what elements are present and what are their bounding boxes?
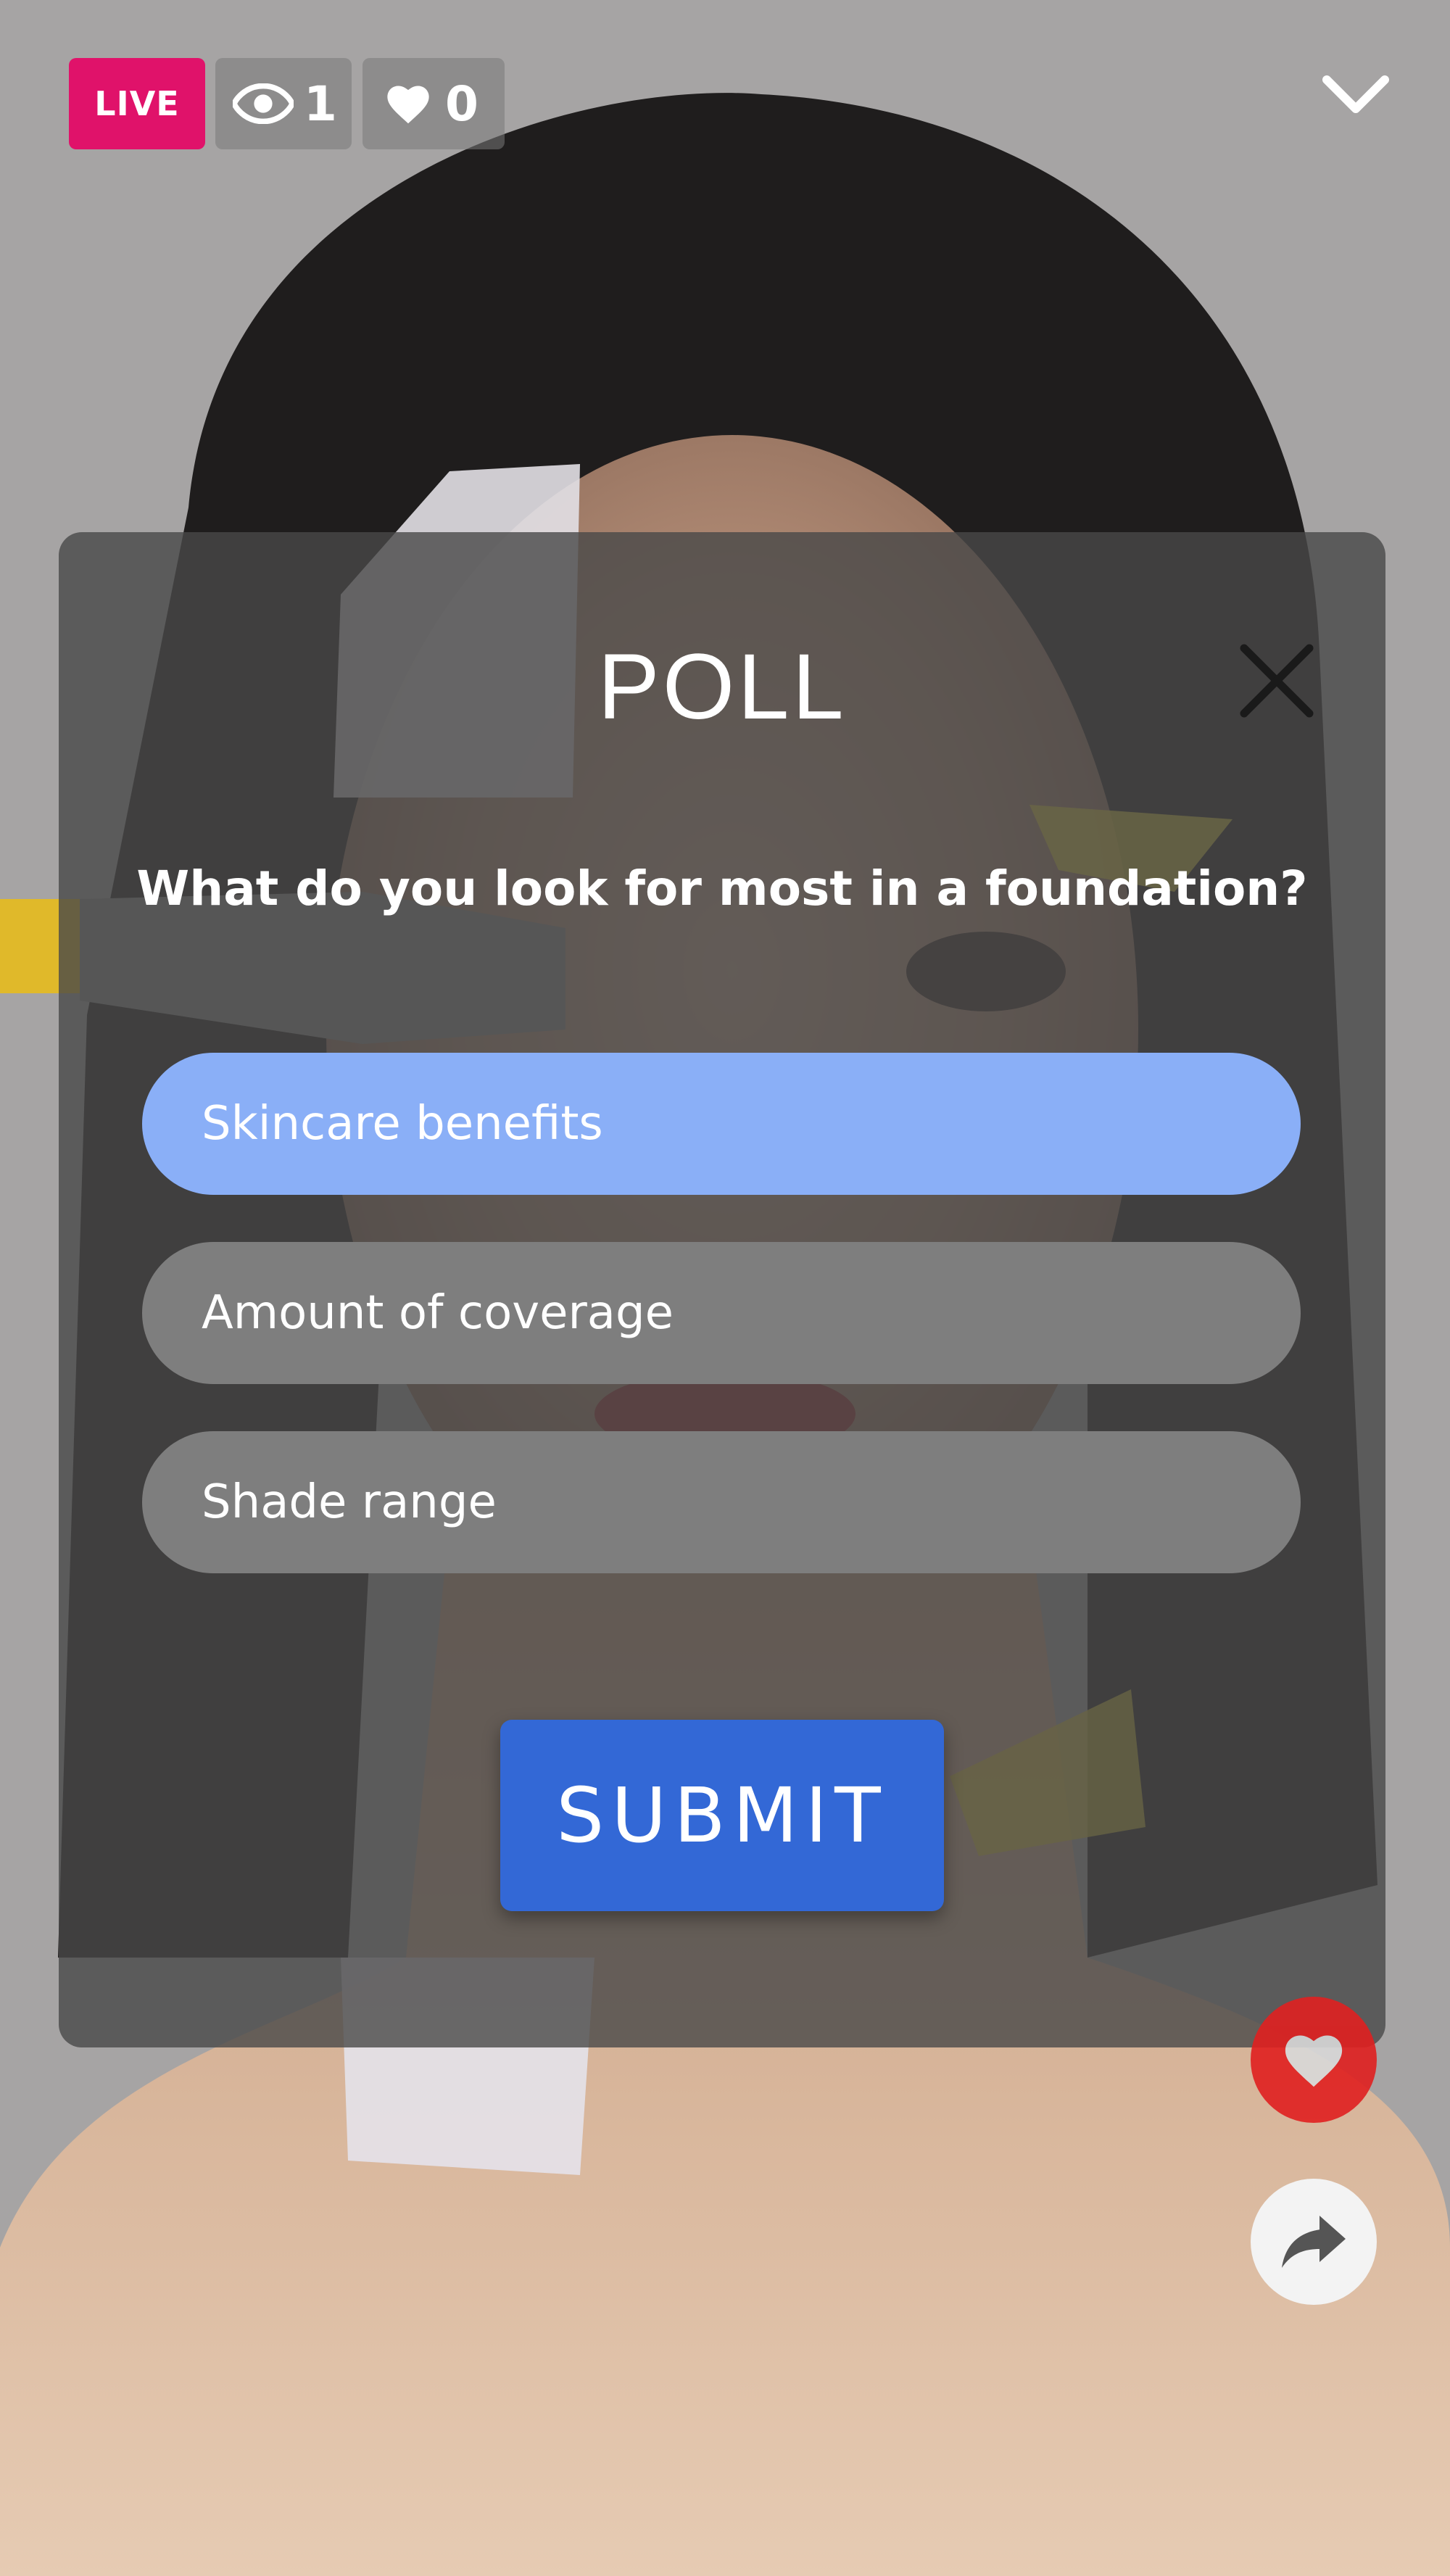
submit-button[interactable]: SUBMIT bbox=[500, 1720, 944, 1911]
poll-panel: POLL What do you look for most in a foun… bbox=[59, 532, 1385, 2047]
collapse-button[interactable] bbox=[1312, 58, 1399, 131]
viewer-count: 1 bbox=[304, 75, 337, 132]
poll-option-amount-of-coverage[interactable]: Amount of coverage bbox=[142, 1242, 1301, 1384]
live-badge-label: LIVE bbox=[94, 84, 180, 123]
submit-button-label: SUBMIT bbox=[556, 1771, 888, 1860]
poll-option-label: Amount of coverage bbox=[202, 1286, 674, 1340]
poll-option-skincare-benefits[interactable]: Skincare benefits bbox=[142, 1053, 1301, 1195]
poll-option-label: Shade range bbox=[202, 1475, 497, 1529]
heart-icon bbox=[387, 86, 429, 124]
poll-option-label: Skincare benefits bbox=[202, 1097, 603, 1151]
like-button[interactable] bbox=[1251, 1997, 1377, 2123]
poll-option-shade-range[interactable]: Shade range bbox=[142, 1431, 1301, 1573]
heart-icon bbox=[1285, 2035, 1343, 2087]
live-stream-view: LIVE 1 0 POLL What do you look for most … bbox=[0, 0, 1450, 2576]
close-button[interactable] bbox=[1237, 641, 1317, 721]
chevron-down-icon bbox=[1322, 75, 1389, 113]
live-badge: LIVE bbox=[69, 58, 205, 149]
close-icon bbox=[1240, 644, 1314, 718]
share-button[interactable] bbox=[1251, 2179, 1377, 2305]
viewer-count-badge: 1 bbox=[215, 58, 352, 149]
like-count-badge: 0 bbox=[362, 58, 505, 149]
poll-question: What do you look for most in a foundatio… bbox=[136, 861, 1308, 916]
share-arrow-icon bbox=[1282, 2216, 1346, 2268]
eye-icon bbox=[233, 83, 294, 124]
like-count: 0 bbox=[445, 75, 478, 132]
poll-title: POLL bbox=[597, 635, 847, 739]
